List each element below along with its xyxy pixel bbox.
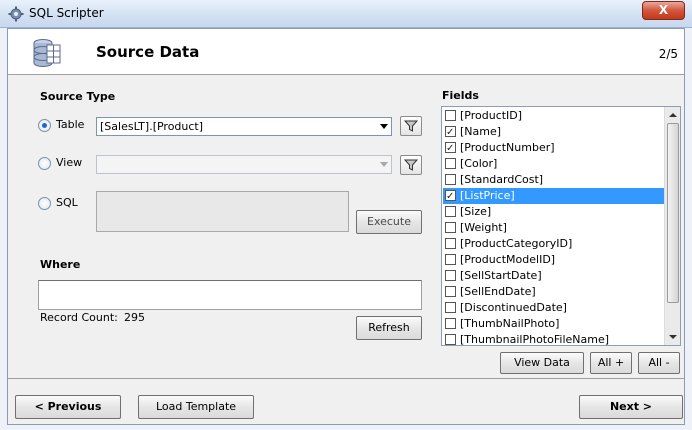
field-name: [ThumbnailPhotoFileName] [460,333,610,346]
field-row[interactable]: [ProductID] [443,108,664,124]
field-row[interactable]: [StandardCost] [443,172,664,188]
previous-button[interactable]: < Previous [15,395,121,419]
field-checkbox[interactable] [445,110,456,121]
sql-radio[interactable] [38,197,51,210]
field-checkbox[interactable] [445,334,456,345]
fields-label: Fields [442,89,479,102]
wizard-client: Source Data 2/5 Source Type Table [Sales… [7,28,685,425]
field-name: [SellEndDate] [460,285,536,298]
field-name: [Color] [460,157,498,170]
table-radio[interactable] [38,119,51,132]
execute-button[interactable]: Execute [356,210,422,234]
field-row[interactable]: [ListPrice] [443,188,664,204]
field-name: [ProductNumber] [460,141,555,154]
where-input[interactable] [38,280,422,310]
scroll-down-icon[interactable] [669,335,677,339]
field-name: [DiscontinuedDate] [460,301,567,314]
source-type-label: Source Type [40,90,116,103]
field-row[interactable]: [Weight] [443,220,664,236]
page-title: Source Data [96,43,200,61]
field-checkbox[interactable] [445,238,456,249]
field-row[interactable]: [SellEndDate] [443,284,664,300]
field-name: [ThumbNailPhoto] [460,317,560,330]
view-data-button[interactable]: View Data [500,352,584,374]
chevron-down-icon [380,124,388,129]
next-button[interactable]: Next > [579,395,683,419]
field-row[interactable]: [ProductCategoryID] [443,236,664,252]
field-name: [Size] [460,205,492,218]
wizard-header: Source Data 2/5 [8,29,684,75]
scroll-up-icon[interactable] [669,113,677,117]
window-title: SQL Scripter [29,6,104,20]
scroll-thumb[interactable] [667,123,679,303]
sql-radio-label[interactable]: SQL [56,196,78,209]
view-radio[interactable] [38,157,51,170]
field-name: [SellStartDate] [460,269,542,282]
field-checkbox[interactable] [445,174,456,185]
field-checkbox[interactable] [445,302,456,313]
all-minus-button[interactable]: All - [638,352,680,374]
filter-icon [404,159,418,171]
field-row[interactable]: [ProductNumber] [443,140,664,156]
view-select[interactable] [96,155,392,174]
field-row[interactable]: [DiscontinuedDate] [443,300,664,316]
fields-list[interactable]: [ProductID] [Name] [ProductNumber] [Color] [… [441,106,681,346]
record-count-value: 295 [124,311,145,324]
load-template-button[interactable]: Load Template [138,395,254,419]
chevron-down-icon [380,162,388,167]
field-name: [ProductID] [460,109,523,122]
field-row[interactable]: [ThumbNailPhoto] [443,316,664,332]
field-checkbox[interactable] [445,222,456,233]
field-name: [Name] [460,125,502,138]
field-checkbox[interactable] [445,254,456,265]
record-count-label: Record Count: [40,311,118,324]
step-indicator: 2/5 [658,47,678,61]
sql-textarea[interactable] [96,191,349,232]
footer-divider [8,378,684,379]
field-row[interactable]: [Color] [443,156,664,172]
field-row[interactable]: [ProductModelID] [443,252,664,268]
field-row[interactable]: [Size] [443,204,664,220]
field-row[interactable]: [ThumbnailPhotoFileName] [443,332,664,346]
close-button[interactable]: X [642,1,685,20]
refresh-button[interactable]: Refresh [356,316,422,340]
field-name: [ProductModelID] [460,253,556,266]
field-name: [ListPrice] [460,189,515,202]
field-row[interactable]: [Name] [443,124,664,140]
table-filter-button[interactable] [400,116,422,136]
field-checkbox[interactable] [445,189,456,204]
view-radio-label[interactable]: View [56,156,82,169]
field-row[interactable]: [SellStartDate] [443,268,664,284]
field-checkbox[interactable] [445,158,456,169]
table-select-value: [SalesLT].[Product] [100,120,204,133]
title-bar: SQL Scripter X [0,0,692,28]
field-name: [Weight] [460,221,507,234]
fields-scrollbar[interactable] [664,107,680,345]
close-icon: X [658,3,669,17]
all-plus-button[interactable]: All + [590,352,632,374]
where-label: Where [40,258,81,271]
field-checkbox[interactable] [445,286,456,297]
filter-icon [404,120,418,132]
field-checkbox[interactable] [445,270,456,281]
field-checkbox[interactable] [445,318,456,329]
field-checkbox[interactable] [445,141,456,156]
field-checkbox[interactable] [445,125,456,140]
database-table-icon [32,37,62,69]
field-name: [ProductCategoryID] [460,237,573,250]
field-checkbox[interactable] [445,206,456,217]
app-gear-icon [8,6,24,22]
view-filter-button[interactable] [400,155,422,175]
table-select[interactable]: [SalesLT].[Product] [96,117,392,136]
field-name: [StandardCost] [460,173,544,186]
table-radio-label[interactable]: Table [56,118,84,131]
